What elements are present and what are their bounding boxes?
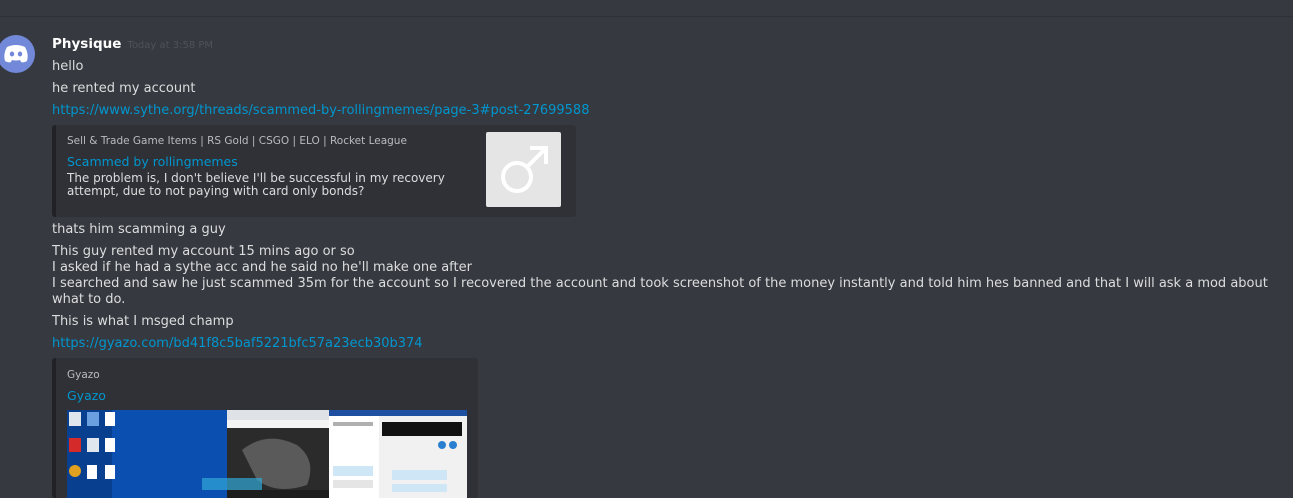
message-text: he rented my account [52, 81, 196, 96]
gyazo-link[interactable]: https://gyazo.com/bd41f8c5baf5221bfc57a2… [52, 336, 423, 351]
discord-logo-icon [4, 45, 28, 63]
message-text: I searched and saw he just scammed 35m f… [52, 276, 1268, 307]
embed-thumbnail[interactable] [486, 132, 561, 207]
message-text: hello [52, 59, 84, 74]
message-link: https://www.sythe.org/threads/scammed-by… [52, 103, 1293, 119]
image-embed: Gyazo Gyazo [52, 358, 478, 498]
message-text: This is what I msged champ [52, 314, 234, 329]
embed-title-link[interactable]: Gyazo [67, 388, 106, 403]
embed-description: The problem is, I don't believe I'll be … [67, 171, 445, 198]
embed-provider: Sell & Trade Game Items | RS Gold | CSGO… [67, 135, 407, 147]
embed-provider: Gyazo [67, 369, 100, 381]
avatar[interactable] [0, 35, 35, 73]
timestamp: Today at 3:58 PM [127, 40, 214, 51]
message-text: thats him scamming a guy [52, 222, 226, 237]
embed-title-link[interactable]: Scammed by rollingmemes [67, 154, 238, 169]
message-text: I asked if he had a sythe acc and he sai… [52, 260, 472, 275]
link-embed: Sell & Trade Game Items | RS Gold | CSGO… [52, 125, 576, 217]
sythe-thread-link[interactable]: https://www.sythe.org/threads/scammed-by… [52, 103, 589, 118]
screenshot-image[interactable] [67, 410, 467, 498]
message-link: https://gyazo.com/bd41f8c5baf5221bfc57a2… [52, 336, 1293, 352]
message-text: This guy rented my account 15 mins ago o… [52, 244, 355, 259]
screenshot-drawing [67, 410, 467, 498]
male-symbol-icon [500, 145, 548, 193]
message-group: Physique Today at 3:58 PM hello he rente… [52, 36, 1293, 498]
top-divider [0, 16, 1293, 17]
message-header: Physique Today at 3:58 PM [52, 36, 1293, 56]
username[interactable]: Physique [52, 36, 121, 52]
